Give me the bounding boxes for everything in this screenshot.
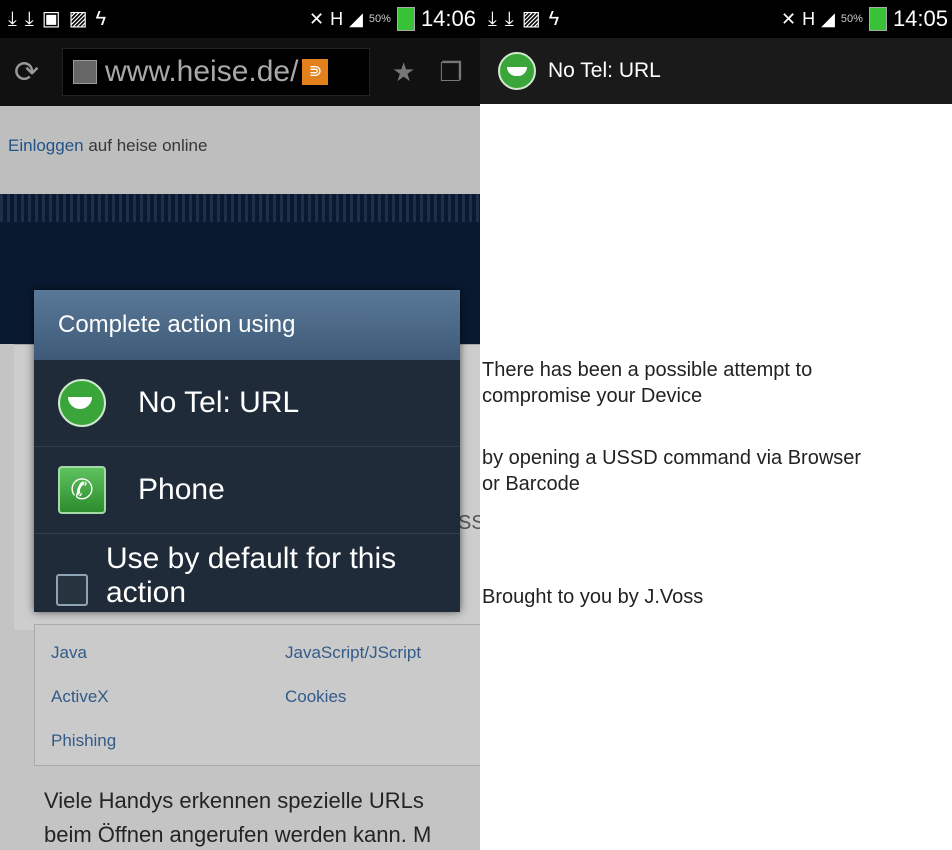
status-bar: ⤓ ⤓ ▨ ϟ ✕ H ◢ 50% 14:05: [480, 0, 952, 38]
no-tel-app-screen: ⤓ ⤓ ▨ ϟ ✕ H ◢ 50% 14:05 No Tel: URL Ther…: [480, 0, 952, 850]
signal-icon: ◢: [349, 8, 363, 29]
network-hplus-icon: H: [802, 8, 816, 29]
message-line: by opening a USSD command via Browser: [482, 447, 862, 469]
bookmark-icon[interactable]: ★: [392, 57, 415, 88]
rss-icon[interactable]: ⋑: [302, 59, 329, 85]
message-line: compromise your Device: [482, 385, 703, 407]
app-title: No Tel: URL: [548, 59, 661, 82]
warning-detail: by opening a USSD command via Browser or…: [482, 445, 861, 497]
no-tel-app-icon: [58, 379, 106, 427]
option-label: Phone: [138, 473, 225, 506]
complete-action-dialog: Complete action using No Tel: URL ✆ Phon…: [34, 290, 460, 612]
app-title-bar: No Tel: URL: [480, 38, 952, 104]
download-icon: ⤓: [488, 8, 497, 30]
download-icon: ⤓: [8, 8, 17, 30]
use-by-default-label: Use by default for this action: [106, 542, 397, 609]
credit-text: Brought to you by J.Voss: [482, 586, 704, 608]
option-no-tel-url[interactable]: No Tel: URL: [34, 360, 460, 447]
url-text[interactable]: www.heise.de/: [105, 55, 298, 89]
usb-icon: ϟ: [95, 8, 107, 30]
usb-icon: ϟ: [548, 8, 560, 30]
clock: 14:06: [420, 6, 476, 31]
store-icon: ▣: [41, 8, 61, 30]
phone-icon: ✆: [58, 466, 106, 514]
battery-icon: [396, 7, 415, 31]
download-icon: ⤓: [504, 8, 514, 30]
use-by-default-checkbox[interactable]: [56, 574, 88, 606]
battery-percent: 50%: [840, 13, 863, 25]
url-field[interactable]: www.heise.de/ ⋑: [62, 48, 370, 96]
no-tel-app-icon: [498, 52, 536, 90]
network-h-icon: H: [330, 8, 344, 29]
browser-toolbar: ⟳ www.heise.de/ ⋑ ★ ❐: [0, 38, 480, 106]
battery-percent: 50%: [368, 13, 391, 25]
image-icon: ▨: [521, 8, 541, 30]
mute-icon: ✕: [780, 8, 797, 29]
status-bar: ⤓ ⤓ ▣ ▨ ϟ ✕ H ◢ 50% 14:06: [0, 0, 480, 38]
option-phone[interactable]: ✆ Phone: [34, 447, 460, 534]
favicon-icon: [73, 60, 97, 84]
download-icon: ⤓: [24, 8, 34, 30]
browser-screen: ⤓ ⤓ ▣ ▨ ϟ ✕ H ◢ 50% 14:06 ⟳ www.heise.de…: [0, 0, 480, 850]
option-label: No Tel: URL: [138, 386, 300, 419]
use-by-default-row[interactable]: Use by default for this action: [34, 534, 460, 610]
mute-icon: ✕: [308, 8, 325, 29]
dialog-title: Complete action using: [34, 290, 460, 360]
warning-message: There has been a possible attempt to com…: [482, 357, 812, 409]
reload-icon[interactable]: ⟳: [14, 55, 48, 90]
clock: 14:05: [892, 6, 948, 31]
battery-icon: [868, 7, 887, 31]
message-line: There has been a possible attempt to: [482, 359, 813, 381]
signal-icon: ◢: [821, 8, 835, 29]
image-icon: ▨: [68, 8, 88, 30]
tabs-icon[interactable]: ❐: [439, 57, 462, 88]
message-line: or Barcode: [482, 473, 580, 495]
